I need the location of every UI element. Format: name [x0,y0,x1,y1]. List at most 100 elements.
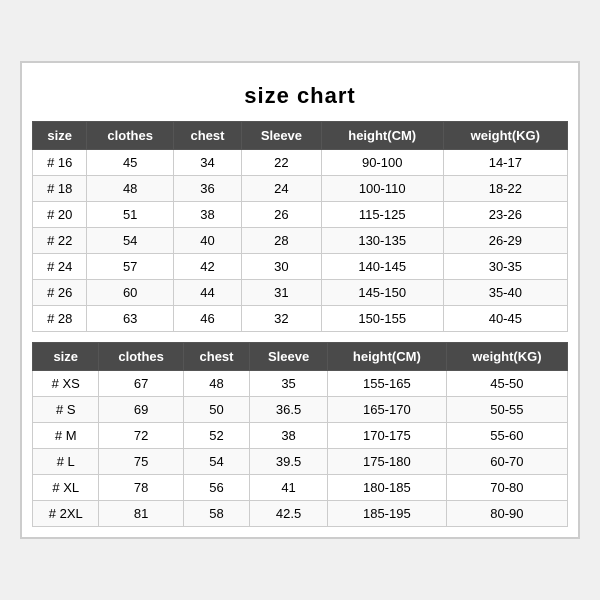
table-cell: 32 [242,306,322,332]
table-cell: 38 [250,423,328,449]
table-cell: 26 [242,202,322,228]
table-cell: 165-170 [327,397,446,423]
table-cell: 30-35 [443,254,567,280]
table1-header-cell: height(CM) [321,122,443,150]
table-cell: 26-29 [443,228,567,254]
table-cell: # XL [33,475,99,501]
table-cell: 130-135 [321,228,443,254]
table-cell: # 24 [33,254,87,280]
table-cell: 185-195 [327,501,446,527]
table-cell: 36.5 [250,397,328,423]
table-row: # 26604431145-15035-40 [33,280,568,306]
table-cell: 78 [99,475,183,501]
table-cell: 38 [173,202,241,228]
table-cell: 50-55 [446,397,567,423]
table-cell: # 20 [33,202,87,228]
table1-header-cell: chest [173,122,241,150]
table-cell: 58 [183,501,249,527]
table-cell: 150-155 [321,306,443,332]
table-cell: # 26 [33,280,87,306]
table-cell: # 22 [33,228,87,254]
table-cell: 100-110 [321,176,443,202]
table2-header-cell: weight(KG) [446,343,567,371]
table-cell: 30 [242,254,322,280]
table-cell: 69 [99,397,183,423]
table-cell: 45-50 [446,371,567,397]
chart-title: size chart [32,73,568,121]
table-cell: # 2XL [33,501,99,527]
table-row: # 20513826115-12523-26 [33,202,568,228]
table-cell: 36 [173,176,241,202]
table-cell: 67 [99,371,183,397]
table-cell: 14-17 [443,150,567,176]
table-cell: 39.5 [250,449,328,475]
table-cell: 44 [173,280,241,306]
table1-header-cell: size [33,122,87,150]
table-cell: # 16 [33,150,87,176]
table-cell: 18-22 [443,176,567,202]
table2-header-cell: height(CM) [327,343,446,371]
table-cell: 145-150 [321,280,443,306]
table-cell: 63 [87,306,173,332]
size-chart-container: size chart sizeclotheschestSleeveheight(… [20,61,580,539]
table-cell: 170-175 [327,423,446,449]
table-cell: 51 [87,202,173,228]
table1-header-cell: Sleeve [242,122,322,150]
table-spacer [32,332,568,342]
table-cell: # 18 [33,176,87,202]
table-cell: 42 [173,254,241,280]
table-cell: 57 [87,254,173,280]
table-cell: 155-165 [327,371,446,397]
table-cell: 75 [99,449,183,475]
table-cell: 40-45 [443,306,567,332]
table-cell: 54 [183,449,249,475]
table1-header-cell: clothes [87,122,173,150]
size-table-2: sizeclotheschestSleeveheight(CM)weight(K… [32,342,568,527]
table-cell: 42.5 [250,501,328,527]
table-cell: 52 [183,423,249,449]
table-cell: 115-125 [321,202,443,228]
table-cell: 41 [250,475,328,501]
table1-header-row: sizeclotheschestSleeveheight(CM)weight(K… [33,122,568,150]
table-cell: 45 [87,150,173,176]
table-row: # 18483624100-11018-22 [33,176,568,202]
table-row: # 22544028130-13526-29 [33,228,568,254]
table-cell: 81 [99,501,183,527]
table-cell: 35 [250,371,328,397]
table-cell: # M [33,423,99,449]
table-cell: 60-70 [446,449,567,475]
table-cell: 40 [173,228,241,254]
table2-header-cell: Sleeve [250,343,328,371]
table-cell: 24 [242,176,322,202]
table-row: # L755439.5175-18060-70 [33,449,568,475]
table-cell: 140-145 [321,254,443,280]
table-cell: 55-60 [446,423,567,449]
table-row: # M725238170-17555-60 [33,423,568,449]
table-cell: 56 [183,475,249,501]
table-row: # 2XL815842.5185-19580-90 [33,501,568,527]
table-cell: 48 [87,176,173,202]
table-cell: 80-90 [446,501,567,527]
table-cell: 180-185 [327,475,446,501]
table-cell: 31 [242,280,322,306]
table-cell: 22 [242,150,322,176]
table-cell: 54 [87,228,173,254]
table-cell: 34 [173,150,241,176]
table-cell: 23-26 [443,202,567,228]
table2-header-cell: chest [183,343,249,371]
table-cell: 60 [87,280,173,306]
table-cell: 48 [183,371,249,397]
table-row: # S695036.5165-17050-55 [33,397,568,423]
table-cell: # L [33,449,99,475]
table-row: # XS674835155-16545-50 [33,371,568,397]
table-cell: 70-80 [446,475,567,501]
table-cell: 90-100 [321,150,443,176]
table-cell: 50 [183,397,249,423]
table-cell: # 28 [33,306,87,332]
table-row: # 28634632150-15540-45 [33,306,568,332]
table2-header-cell: size [33,343,99,371]
table2-header-row: sizeclotheschestSleeveheight(CM)weight(K… [33,343,568,371]
table-cell: 175-180 [327,449,446,475]
table-cell: 35-40 [443,280,567,306]
table2-header-cell: clothes [99,343,183,371]
